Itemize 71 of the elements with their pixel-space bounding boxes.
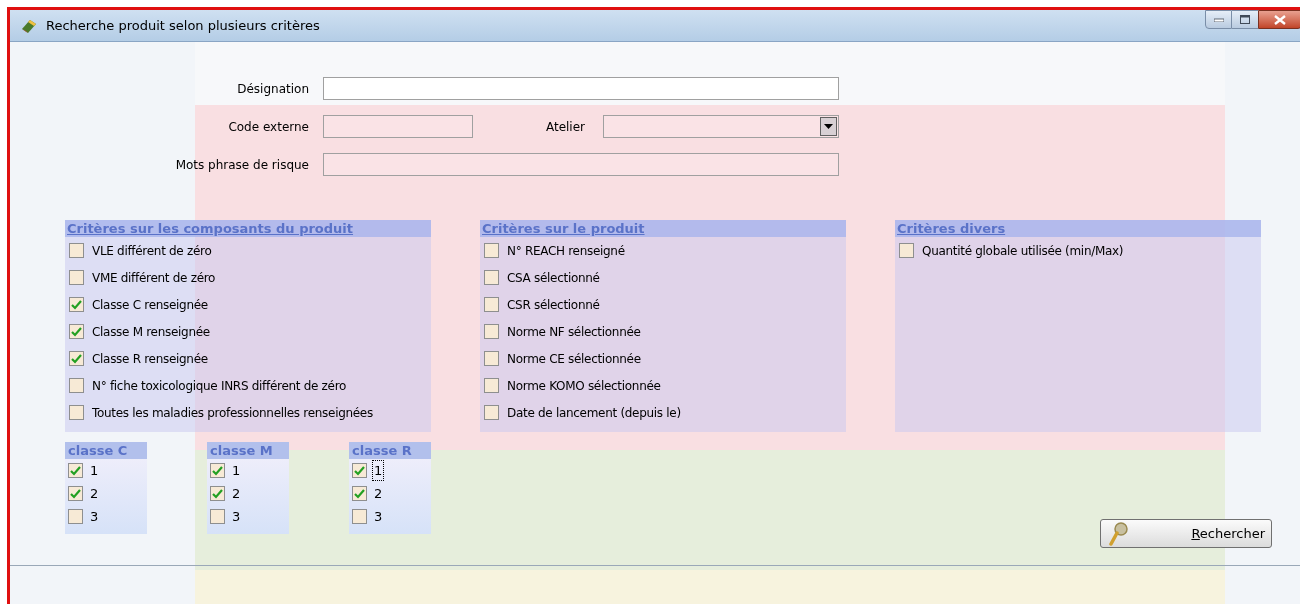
checkbox-label: 1 [231, 461, 242, 480]
section-header: Critères divers [895, 220, 1261, 237]
checkbox[interactable] [899, 243, 914, 258]
checkbox-label: VME différent de zéro [92, 269, 216, 287]
text-field[interactable] [323, 77, 839, 100]
checkbox-label: 1 [373, 460, 384, 481]
section-header: Critères sur le produit [480, 220, 846, 237]
minimize-icon [1213, 17, 1224, 22]
checkbox[interactable] [484, 351, 499, 366]
checkbox-label: Norme KOMO sélectionnée [507, 377, 661, 395]
dropdown-field[interactable] [603, 115, 839, 138]
checkbox[interactable] [69, 324, 84, 339]
text-field[interactable] [323, 115, 473, 138]
checkbox-label: CSA sélectionné [507, 269, 600, 287]
checkbox[interactable] [69, 405, 84, 420]
section-header: classe C [65, 442, 147, 459]
checkbox-label: 2 [231, 484, 242, 503]
checkbox-label: 2 [89, 484, 100, 503]
checkbox[interactable] [68, 463, 83, 478]
close-icon [1274, 14, 1286, 25]
section-header: classe M [207, 442, 289, 459]
checkbox[interactable] [210, 509, 225, 524]
maximize-button[interactable] [1232, 10, 1258, 29]
search-button[interactable]: Rechercher [1100, 519, 1272, 548]
checkbox[interactable] [352, 463, 367, 478]
checkbox-label: Date de lancement (depuis le) [507, 404, 681, 422]
checkbox[interactable] [69, 270, 84, 285]
window-title: Recherche produit selon plusieurs critères [46, 16, 320, 35]
checkbox[interactable] [484, 378, 499, 393]
checkbox-label: 3 [373, 507, 384, 526]
checkbox-label: Toutes les maladies professionnelles renseignées [92, 404, 373, 422]
section-header: classe R [349, 442, 431, 459]
eraser-icon [20, 17, 38, 34]
text-field[interactable] [323, 153, 839, 176]
field-label: Mots phrase de risque [174, 156, 310, 174]
checkbox-label: 3 [231, 507, 242, 526]
checkbox-label: 1 [89, 461, 100, 480]
checkbox-label: N° REACH renseigné [507, 242, 625, 260]
checkbox-label: Classe M renseignée [92, 323, 210, 341]
field-label: Atelier [544, 118, 586, 136]
checkbox[interactable] [484, 324, 499, 339]
checkbox[interactable] [210, 486, 225, 501]
checkbox[interactable] [210, 463, 225, 478]
checkbox[interactable] [484, 405, 499, 420]
checkbox[interactable] [484, 297, 499, 312]
field-label: Code externe [227, 118, 310, 136]
close-button[interactable] [1258, 10, 1300, 29]
magnifier-icon [1109, 521, 1129, 546]
checkbox-label: VLE différent de zéro [92, 242, 212, 260]
field-label: Désignation [236, 80, 310, 98]
checkbox-label: Classe R renseignée [92, 350, 208, 368]
checkbox[interactable] [484, 243, 499, 258]
checkbox[interactable] [69, 243, 84, 258]
checkbox-label: 2 [373, 484, 384, 503]
checkbox[interactable] [69, 351, 84, 366]
maximize-icon [1240, 15, 1250, 24]
checkbox[interactable] [68, 486, 83, 501]
checkbox[interactable] [68, 509, 83, 524]
checkbox-label: Norme CE sélectionnée [507, 350, 641, 368]
checkbox-label: N° fiche toxicologique INRS différent de zéro [92, 377, 347, 395]
checkbox-label: 3 [89, 507, 100, 526]
checkbox[interactable] [69, 378, 84, 393]
checkbox-label: Quantité globale utilisée (min/Max) [922, 242, 1124, 260]
checkbox-label: CSR sélectionné [507, 296, 600, 314]
section-header: Critères sur les composants du produit [65, 220, 431, 237]
checkbox-label: Norme NF sélectionnée [507, 323, 641, 341]
checkbox[interactable] [69, 297, 84, 312]
checkbox-label: Classe C renseignée [92, 296, 208, 314]
checkbox[interactable] [484, 270, 499, 285]
checkbox[interactable] [352, 509, 367, 524]
checkbox[interactable] [352, 486, 367, 501]
